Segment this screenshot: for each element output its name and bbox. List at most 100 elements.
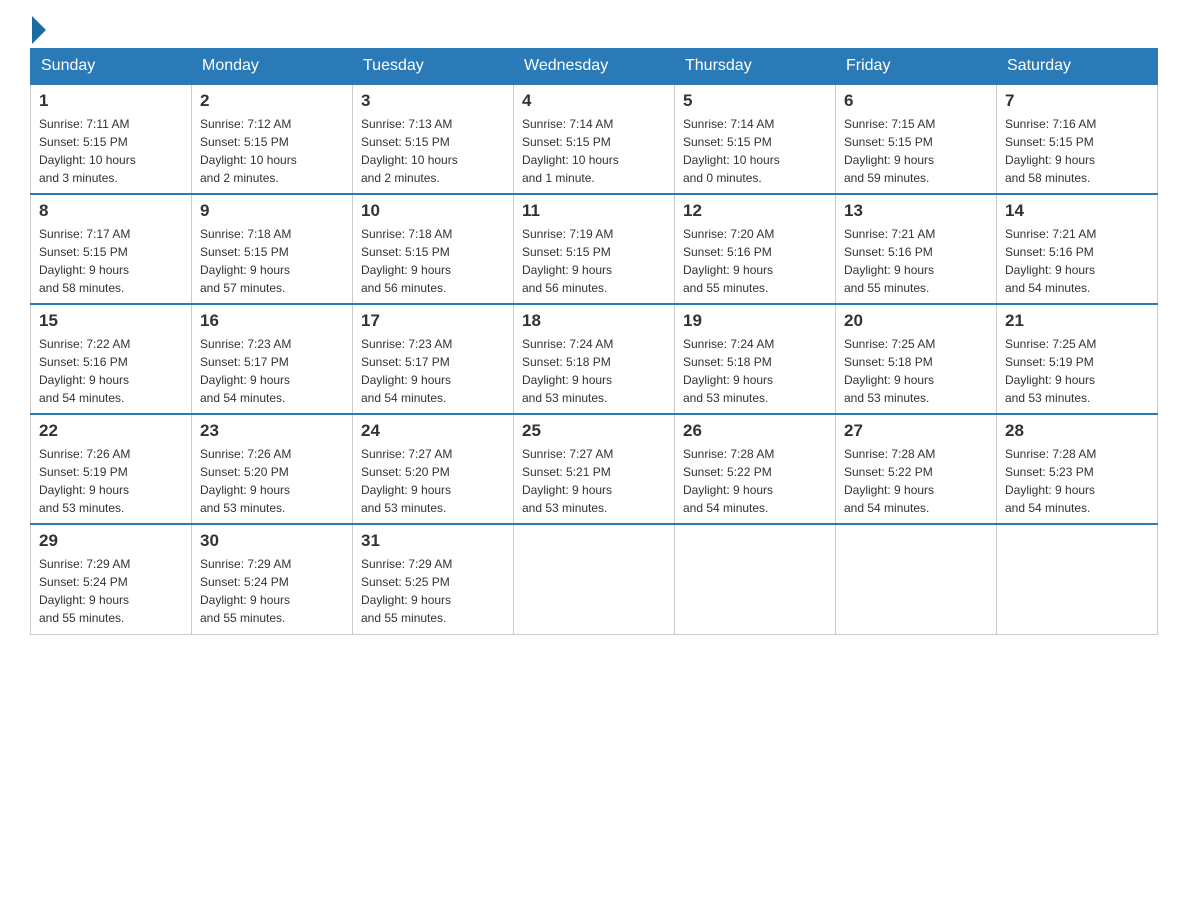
calendar-table: SundayMondayTuesdayWednesdayThursdayFrid… (30, 48, 1158, 635)
day-number: 3 (361, 91, 505, 111)
logo (30, 20, 46, 38)
day-info: Sunrise: 7:16 AMSunset: 5:15 PMDaylight:… (1005, 115, 1149, 187)
day-info: Sunrise: 7:27 AMSunset: 5:21 PMDaylight:… (522, 445, 666, 517)
calendar-cell: 10 Sunrise: 7:18 AMSunset: 5:15 PMDayligh… (353, 194, 514, 304)
calendar-cell: 19 Sunrise: 7:24 AMSunset: 5:18 PMDayligh… (675, 304, 836, 414)
day-number: 15 (39, 311, 183, 331)
day-info: Sunrise: 7:26 AMSunset: 5:20 PMDaylight:… (200, 445, 344, 517)
day-number: 31 (361, 531, 505, 551)
calendar-cell: 11 Sunrise: 7:19 AMSunset: 5:15 PMDayligh… (514, 194, 675, 304)
day-info: Sunrise: 7:26 AMSunset: 5:19 PMDaylight:… (39, 445, 183, 517)
day-number: 11 (522, 201, 666, 221)
calendar-week-3: 15 Sunrise: 7:22 AMSunset: 5:16 PMDayligh… (31, 304, 1158, 414)
calendar-cell: 5 Sunrise: 7:14 AMSunset: 5:15 PMDaylight… (675, 84, 836, 194)
day-info: Sunrise: 7:28 AMSunset: 5:22 PMDaylight:… (683, 445, 827, 517)
calendar-week-5: 29 Sunrise: 7:29 AMSunset: 5:24 PMDayligh… (31, 524, 1158, 634)
calendar-cell: 27Sunrise: 7:28 AMSunset: 5:22 PMDayligh… (836, 414, 997, 524)
day-number: 29 (39, 531, 183, 551)
calendar-cell (836, 524, 997, 634)
day-number: 22 (39, 421, 183, 441)
day-info: Sunrise: 7:23 AMSunset: 5:17 PMDaylight:… (361, 335, 505, 407)
day-info: Sunrise: 7:17 AMSunset: 5:15 PMDaylight:… (39, 225, 183, 297)
calendar-cell: 17 Sunrise: 7:23 AMSunset: 5:17 PMDayligh… (353, 304, 514, 414)
day-number: 7 (1005, 91, 1149, 111)
day-info: Sunrise: 7:18 AMSunset: 5:15 PMDaylight:… (361, 225, 505, 297)
day-info: Sunrise: 7:29 AMSunset: 5:24 PMDaylight:… (200, 555, 344, 627)
calendar-week-1: 1 Sunrise: 7:11 AMSunset: 5:15 PMDaylight… (31, 84, 1158, 194)
weekday-header-row: SundayMondayTuesdayWednesdayThursdayFrid… (31, 49, 1158, 85)
day-number: 9 (200, 201, 344, 221)
calendar-cell: 7 Sunrise: 7:16 AMSunset: 5:15 PMDaylight… (997, 84, 1158, 194)
day-info: Sunrise: 7:27 AMSunset: 5:20 PMDaylight:… (361, 445, 505, 517)
day-number: 18 (522, 311, 666, 331)
logo-arrow-icon (32, 16, 46, 44)
weekday-header-saturday: Saturday (997, 49, 1158, 85)
day-info: Sunrise: 7:22 AMSunset: 5:16 PMDaylight:… (39, 335, 183, 407)
weekday-header-sunday: Sunday (31, 49, 192, 85)
day-info: Sunrise: 7:29 AMSunset: 5:25 PMDaylight:… (361, 555, 505, 627)
day-number: 2 (200, 91, 344, 111)
calendar-cell: 14Sunrise: 7:21 AMSunset: 5:16 PMDayligh… (997, 194, 1158, 304)
weekday-header-thursday: Thursday (675, 49, 836, 85)
day-info: Sunrise: 7:19 AMSunset: 5:15 PMDaylight:… (522, 225, 666, 297)
calendar-cell: 29 Sunrise: 7:29 AMSunset: 5:24 PMDayligh… (31, 524, 192, 634)
day-info: Sunrise: 7:21 AMSunset: 5:16 PMDaylight:… (1005, 225, 1149, 297)
calendar-cell: 6 Sunrise: 7:15 AMSunset: 5:15 PMDaylight… (836, 84, 997, 194)
day-number: 1 (39, 91, 183, 111)
day-info: Sunrise: 7:24 AMSunset: 5:18 PMDaylight:… (522, 335, 666, 407)
day-number: 28 (1005, 421, 1149, 441)
day-info: Sunrise: 7:18 AMSunset: 5:15 PMDaylight:… (200, 225, 344, 297)
day-number: 20 (844, 311, 988, 331)
day-number: 27 (844, 421, 988, 441)
calendar-cell: 9 Sunrise: 7:18 AMSunset: 5:15 PMDaylight… (192, 194, 353, 304)
day-number: 17 (361, 311, 505, 331)
day-number: 5 (683, 91, 827, 111)
day-number: 10 (361, 201, 505, 221)
weekday-header-tuesday: Tuesday (353, 49, 514, 85)
day-info: Sunrise: 7:21 AMSunset: 5:16 PMDaylight:… (844, 225, 988, 297)
calendar-cell: 31 Sunrise: 7:29 AMSunset: 5:25 PMDayligh… (353, 524, 514, 634)
calendar-cell: 30 Sunrise: 7:29 AMSunset: 5:24 PMDayligh… (192, 524, 353, 634)
day-number: 23 (200, 421, 344, 441)
day-info: Sunrise: 7:25 AMSunset: 5:19 PMDaylight:… (1005, 335, 1149, 407)
day-number: 13 (844, 201, 988, 221)
day-info: Sunrise: 7:14 AMSunset: 5:15 PMDaylight:… (522, 115, 666, 187)
day-number: 16 (200, 311, 344, 331)
calendar-cell: 16 Sunrise: 7:23 AMSunset: 5:17 PMDayligh… (192, 304, 353, 414)
calendar-cell: 2Sunrise: 7:12 AMSunset: 5:15 PMDaylight… (192, 84, 353, 194)
calendar-cell: 15 Sunrise: 7:22 AMSunset: 5:16 PMDayligh… (31, 304, 192, 414)
calendar-cell: 28 Sunrise: 7:28 AMSunset: 5:23 PMDayligh… (997, 414, 1158, 524)
day-number: 4 (522, 91, 666, 111)
calendar-cell: 18 Sunrise: 7:24 AMSunset: 5:18 PMDayligh… (514, 304, 675, 414)
calendar-cell: 12Sunrise: 7:20 AMSunset: 5:16 PMDayligh… (675, 194, 836, 304)
day-number: 12 (683, 201, 827, 221)
day-number: 19 (683, 311, 827, 331)
day-info: Sunrise: 7:28 AMSunset: 5:23 PMDaylight:… (1005, 445, 1149, 517)
calendar-cell: 20 Sunrise: 7:25 AMSunset: 5:18 PMDayligh… (836, 304, 997, 414)
day-number: 6 (844, 91, 988, 111)
calendar-cell: 26 Sunrise: 7:28 AMSunset: 5:22 PMDayligh… (675, 414, 836, 524)
calendar-cell: 3 Sunrise: 7:13 AMSunset: 5:15 PMDaylight… (353, 84, 514, 194)
weekday-header-wednesday: Wednesday (514, 49, 675, 85)
day-info: Sunrise: 7:25 AMSunset: 5:18 PMDaylight:… (844, 335, 988, 407)
calendar-cell: 23 Sunrise: 7:26 AMSunset: 5:20 PMDayligh… (192, 414, 353, 524)
page-header (30, 20, 1158, 38)
calendar-cell (997, 524, 1158, 634)
day-info: Sunrise: 7:11 AMSunset: 5:15 PMDaylight:… (39, 115, 183, 187)
calendar-cell: 1 Sunrise: 7:11 AMSunset: 5:15 PMDaylight… (31, 84, 192, 194)
day-number: 24 (361, 421, 505, 441)
day-info: Sunrise: 7:14 AMSunset: 5:15 PMDaylight:… (683, 115, 827, 187)
weekday-header-friday: Friday (836, 49, 997, 85)
day-info: Sunrise: 7:23 AMSunset: 5:17 PMDaylight:… (200, 335, 344, 407)
day-number: 30 (200, 531, 344, 551)
day-number: 26 (683, 421, 827, 441)
day-info: Sunrise: 7:29 AMSunset: 5:24 PMDaylight:… (39, 555, 183, 627)
day-info: Sunrise: 7:15 AMSunset: 5:15 PMDaylight:… (844, 115, 988, 187)
calendar-cell: 4 Sunrise: 7:14 AMSunset: 5:15 PMDaylight… (514, 84, 675, 194)
calendar-week-2: 8Sunrise: 7:17 AMSunset: 5:15 PMDaylight… (31, 194, 1158, 304)
day-info: Sunrise: 7:13 AMSunset: 5:15 PMDaylight:… (361, 115, 505, 187)
calendar-week-4: 22 Sunrise: 7:26 AMSunset: 5:19 PMDayligh… (31, 414, 1158, 524)
day-info: Sunrise: 7:24 AMSunset: 5:18 PMDaylight:… (683, 335, 827, 407)
day-number: 21 (1005, 311, 1149, 331)
calendar-cell (675, 524, 836, 634)
